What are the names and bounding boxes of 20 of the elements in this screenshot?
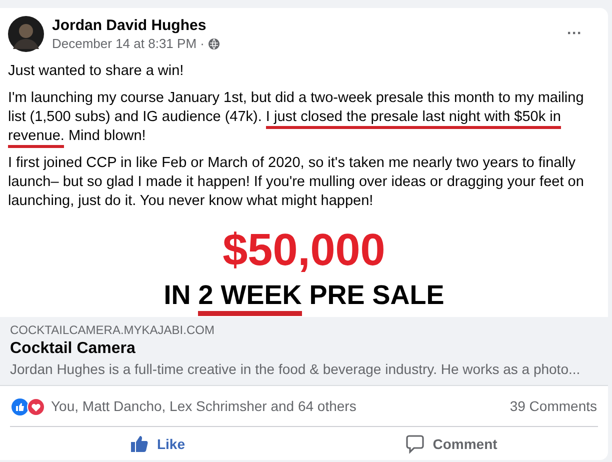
link-title: Cocktail Camera [10,339,136,359]
reaction-names[interactable]: You, Matt Dancho, Lex Schrimsher and 64 others [51,396,356,417]
globe-icon [208,38,220,50]
post-text: Just wanted to share a win! [8,62,185,81]
post-time[interactable]: December 14 at 8:31 PM · [52,35,204,53]
headline-amount: $50,000 [222,229,386,271]
author-name[interactable]: Jordan David Hughes [52,16,220,35]
more-options-button[interactable]: ··· [567,26,582,41]
like-button[interactable]: Like [10,427,304,461]
post-text: I first joined CCP in like Feb or March of 2020, so it's taken me nearly two years to finally launch– but so glad I made it happen! If you're mulling over ideas or dragging your feet on launching, just do it. You never know what might happen! [8,154,585,211]
link-domain: COCKTAILCAMERA.MYKAJABI.COM [10,322,216,338]
comment-count[interactable]: 39 Comments [510,396,597,417]
comment-icon [404,434,425,454]
reaction-icons [11,398,45,416]
thumbs-up-icon [128,434,149,454]
post-text: I'm launching my course January 1st, but did a two-week presale this month to my mailing list (1,500 subs) and IG audience (47k). I just closed the presale last night with $50k in revenue. Mind blown! [8,89,600,146]
link-preview[interactable]: COCKTAILCAMERA.MYKAJABI.COM Cocktail Camera Jordan Hughes is a full-time creative in the food & beverage industry. He works as a photo... [0,317,608,386]
comment-button[interactable]: Comment [304,427,598,461]
link-description: Jordan Hughes is a full-time creative in the food & beverage industry. He works as a photo... [10,360,582,378]
avatar [8,16,44,52]
